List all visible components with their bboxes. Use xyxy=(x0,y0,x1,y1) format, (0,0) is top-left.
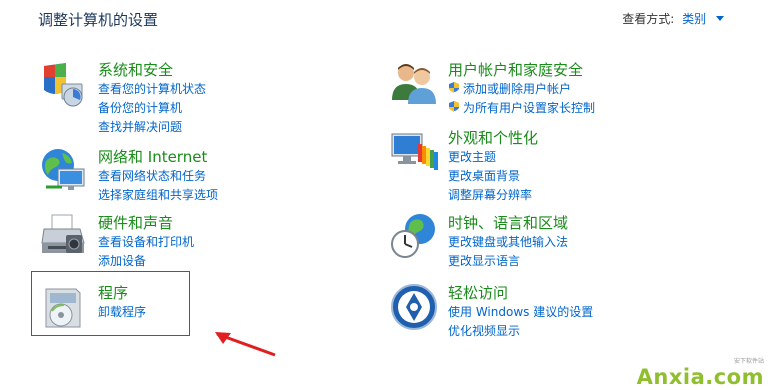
category-title-network[interactable]: 网络和 Internet xyxy=(98,147,218,167)
link-homegroup-sharing[interactable]: 选择家庭组和共享选项 xyxy=(98,186,218,205)
link-find-fix-problems[interactable]: 查找并解决问题 xyxy=(98,118,206,137)
link-adjust-resolution[interactable]: 调整屏幕分辨率 xyxy=(448,186,538,205)
monitor-palette-icon[interactable] xyxy=(390,128,438,176)
category-title-hardware-sound[interactable]: 硬件和声音 xyxy=(98,213,194,233)
link-change-keyboard[interactable]: 更改键盘或其他输入法 xyxy=(448,233,568,252)
link-parental-controls[interactable]: 为所有用户设置家长控制 xyxy=(448,99,595,118)
users-icon[interactable] xyxy=(390,60,438,108)
page-title: 调整计算机的设置 xyxy=(38,11,159,29)
link-optimize-display[interactable]: 优化视频显示 xyxy=(448,322,593,341)
view-by-select[interactable]: 类别 xyxy=(682,12,706,26)
link-change-theme[interactable]: 更改主题 xyxy=(448,148,538,167)
uac-shield-icon xyxy=(448,82,460,95)
network-globe-icon[interactable] xyxy=(40,147,88,195)
clock-globe-icon[interactable] xyxy=(390,213,438,261)
link-parental-controls-label: 为所有用户设置家长控制 xyxy=(463,101,596,115)
chevron-down-icon[interactable] xyxy=(716,16,724,21)
watermark-text: Anxia.com xyxy=(636,365,764,389)
link-add-remove-accounts[interactable]: 添加或删除用户帐户 xyxy=(448,80,595,99)
shield-pc-icon[interactable] xyxy=(40,60,88,108)
watermark: 安下软件站 Anxia.com xyxy=(636,358,764,389)
link-add-remove-accounts-label: 添加或删除用户帐户 xyxy=(463,82,572,96)
pointer-arrow-icon xyxy=(215,332,276,357)
printer-icon[interactable] xyxy=(40,213,88,261)
link-backup-computer[interactable]: 备份您的计算机 xyxy=(98,99,206,118)
link-network-status[interactable]: 查看网络状态和任务 xyxy=(98,167,218,186)
uac-shield-icon xyxy=(448,101,460,114)
link-recommended-settings[interactable]: 使用 Windows 建议的设置 xyxy=(448,303,593,322)
link-change-background[interactable]: 更改桌面背景 xyxy=(448,167,538,186)
category-title-system-security[interactable]: 系统和安全 xyxy=(98,60,206,80)
link-add-device[interactable]: 添加设备 xyxy=(98,252,194,271)
category-title-clock-region[interactable]: 时钟、语言和区域 xyxy=(448,213,568,233)
highlight-box xyxy=(31,271,190,336)
accessibility-icon[interactable] xyxy=(390,283,438,331)
view-by-label: 查看方式: xyxy=(622,12,675,26)
category-title-user-accounts[interactable]: 用户帐户和家庭安全 xyxy=(448,60,595,80)
category-title-appearance[interactable]: 外观和个性化 xyxy=(448,128,538,148)
link-change-display-language[interactable]: 更改显示语言 xyxy=(448,252,568,271)
link-devices-printers[interactable]: 查看设备和打印机 xyxy=(98,233,194,252)
category-title-ease-of-access[interactable]: 轻松访问 xyxy=(448,283,593,303)
watermark-sub: 安下软件站 xyxy=(733,358,764,365)
view-by: 查看方式: 类别 xyxy=(622,10,724,27)
link-view-computer-status[interactable]: 查看您的计算机状态 xyxy=(98,80,206,99)
